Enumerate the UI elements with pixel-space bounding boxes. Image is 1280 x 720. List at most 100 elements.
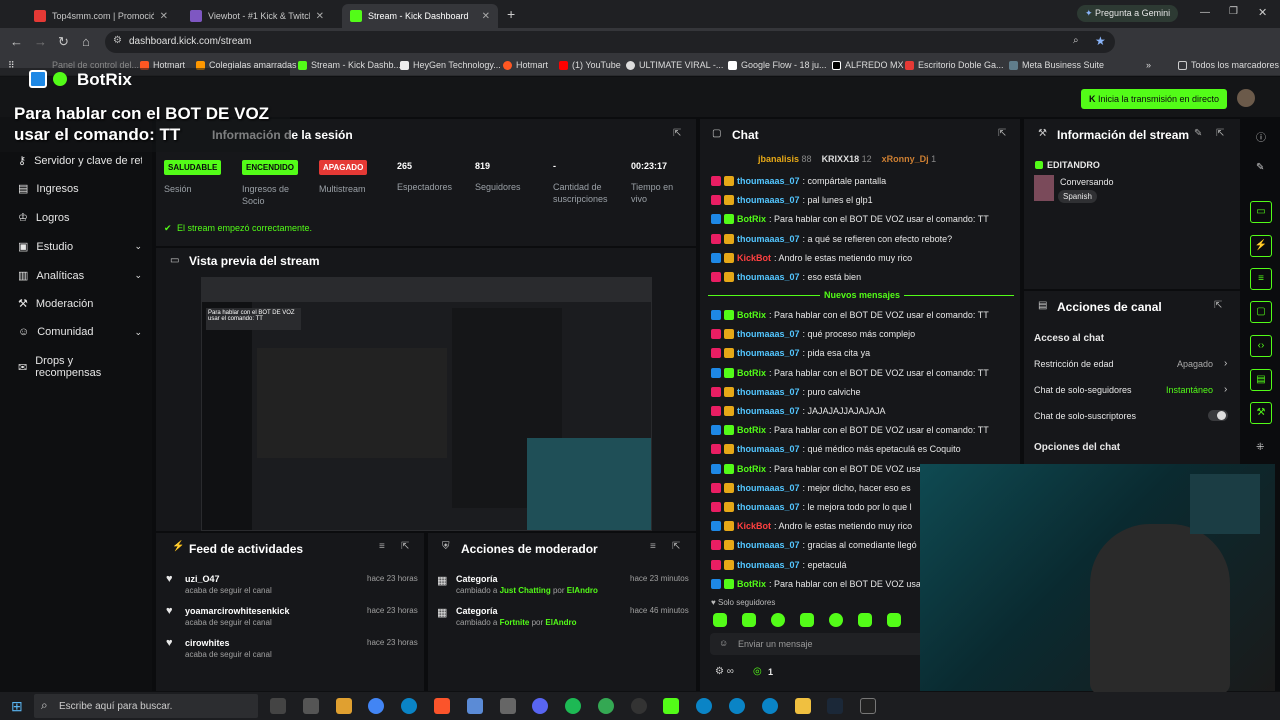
follower-name[interactable]: cirowhites: [185, 638, 230, 648]
go-live-button[interactable]: K Inicia la transmisión en directo: [1081, 89, 1228, 109]
chat-username[interactable]: thoumaaas_07: [737, 502, 800, 512]
app-icon[interactable]: [303, 698, 319, 714]
chat-username[interactable]: BotRix: [737, 310, 766, 320]
bookmark-google-flow[interactable]: Google Flow - 18 ju...: [728, 60, 827, 70]
filter-icon[interactable]: ≡: [650, 541, 656, 552]
chat-input[interactable]: ☺ Enviar un mensaje: [710, 633, 926, 655]
pencil-icon[interactable]: ✎: [1256, 162, 1264, 173]
new-tab-button[interactable]: +: [507, 6, 515, 22]
supporter[interactable]: xRonny_Dj 1: [882, 154, 937, 164]
discord-icon[interactable]: [532, 698, 548, 714]
emote-icon[interactable]: [800, 613, 814, 627]
add-widget-icon[interactable]: ⁜: [1256, 442, 1264, 453]
edit-icon[interactable]: ✎: [1194, 128, 1202, 139]
taskbar-search[interactable]: ⌕ Escribe aquí para buscar.: [34, 694, 258, 718]
bookmark-alfredo[interactable]: ALFREDO MX: [832, 60, 904, 70]
followers-only-chat-value[interactable]: Instantáneo: [1166, 385, 1213, 395]
edge-profile-icon[interactable]: [696, 698, 712, 714]
zoom-icon[interactable]: ⌕: [1073, 35, 1079, 46]
emote-icon[interactable]: [858, 613, 872, 627]
reload-icon[interactable]: ↻: [58, 34, 69, 50]
sidebar-item-income[interactable]: ▤ Ingresos: [18, 182, 142, 196]
emote-icon[interactable]: [887, 613, 901, 627]
capcut-icon[interactable]: [500, 698, 516, 714]
category-link[interactable]: Just Chatting: [500, 586, 551, 595]
expand-icon[interactable]: ⇱: [1216, 128, 1224, 139]
chevron-right-icon[interactable]: ›: [1224, 384, 1227, 395]
sidebar-item-community[interactable]: ☺ Comunidad ⌄: [18, 326, 142, 338]
emote-icon[interactable]: [829, 613, 843, 627]
emote-icon[interactable]: [742, 613, 756, 627]
chat-username[interactable]: thoumaaas_07: [737, 444, 800, 454]
sidebar-item-studio[interactable]: ▣ Estudio ⌄: [18, 240, 142, 254]
chat-username[interactable]: KickBot: [737, 521, 771, 531]
filter-icon[interactable]: ≡: [379, 541, 385, 552]
minimize-icon[interactable]: —: [1200, 7, 1210, 18]
epic-games-icon[interactable]: [860, 698, 876, 714]
chat-username[interactable]: thoumaaas_07: [737, 483, 800, 493]
steam-icon[interactable]: [827, 698, 843, 714]
windows-start-icon[interactable]: ⊞: [11, 698, 23, 715]
close-tab-icon[interactable]: ✕: [316, 11, 324, 22]
close-window-icon[interactable]: ✕: [1258, 6, 1267, 19]
bookmark-meta[interactable]: Meta Business Suite: [1009, 60, 1104, 70]
emote-icon[interactable]: [771, 613, 785, 627]
emoji-icon[interactable]: ☺: [719, 638, 728, 648]
info-icon[interactable]: ⓘ: [1256, 129, 1266, 144]
chrome-profile-icon[interactable]: [598, 698, 614, 714]
rail-preview-button[interactable]: ▭: [1250, 201, 1272, 223]
all-bookmarks[interactable]: Todos los marcadores: [1178, 60, 1279, 70]
rail-tools-button[interactable]: ⚒: [1250, 402, 1272, 424]
back-icon[interactable]: ←: [10, 34, 23, 49]
chat-username[interactable]: thoumaaas_07: [737, 406, 800, 416]
obs-icon[interactable]: [631, 698, 647, 714]
tab-viewbot[interactable]: Viewbot - #1 Kick & Twitch Vie ✕: [182, 4, 332, 28]
chevron-right-icon[interactable]: ›: [1224, 358, 1227, 369]
brave-icon[interactable]: [434, 698, 450, 714]
site-info-icon[interactable]: ⚙: [113, 35, 122, 46]
chat-username[interactable]: thoumaaas_07: [737, 329, 800, 339]
chat-username[interactable]: BotRix: [737, 425, 766, 435]
rail-grid-button[interactable]: ▤: [1250, 369, 1272, 391]
chevron-down-icon[interactable]: ⌄: [134, 327, 142, 338]
chat-username[interactable]: thoumaaas_07: [737, 387, 800, 397]
chat-username[interactable]: thoumaaas_07: [737, 348, 800, 358]
user-link[interactable]: ElAndro: [545, 618, 576, 627]
expand-icon[interactable]: ⇱: [998, 128, 1006, 139]
supporter[interactable]: KRIXX18 12: [822, 154, 872, 164]
file-explorer-icon[interactable]: [795, 698, 811, 714]
chrome-icon[interactable]: [368, 698, 384, 714]
chat-username[interactable]: BotRix: [737, 368, 766, 378]
kick-studio-icon[interactable]: [663, 698, 679, 714]
age-restriction-value[interactable]: Apagado: [1177, 359, 1213, 369]
expand-icon[interactable]: ⇱: [672, 541, 680, 552]
sidebar-item-server[interactable]: ⚷ Servidor y clave de retran: [18, 154, 142, 168]
edge-profile-icon[interactable]: [762, 698, 778, 714]
task-view-icon[interactable]: [270, 698, 286, 714]
chat-username[interactable]: thoumaaas_07: [737, 176, 800, 186]
tab-top4smm[interactable]: Top4smm.com | Promoción de ✕: [26, 4, 176, 28]
tab-kick-dashboard[interactable]: Stream - Kick Dashboard ✕: [342, 4, 498, 28]
rail-list-button[interactable]: ≡: [1250, 268, 1272, 290]
chat-username[interactable]: thoumaaas_07: [737, 560, 800, 570]
user-link[interactable]: ElAndro: [567, 586, 598, 595]
sidebar-item-analytics[interactable]: ▥ Analíticas ⌄: [18, 269, 142, 283]
rail-bolt-button[interactable]: ⚡: [1250, 235, 1272, 257]
follower-name[interactable]: yoamarcirowhitesenkick: [185, 606, 290, 616]
edge-icon[interactable]: [401, 698, 417, 714]
bookmark-star-icon[interactable]: ★: [1095, 34, 1106, 48]
more-bookmarks-icon[interactable]: »: [1146, 60, 1151, 70]
expand-icon[interactable]: ⇱: [1214, 300, 1222, 311]
app-icon[interactable]: [467, 698, 483, 714]
stream-preview-video[interactable]: Para hablar con el BOT DE VOZ usar el co…: [201, 277, 652, 531]
expand-icon[interactable]: ⇱: [673, 128, 681, 139]
bookmark-escritorio[interactable]: Escritorio Doble Ga...: [905, 60, 1004, 70]
maximize-icon[interactable]: ❐: [1229, 6, 1238, 17]
bookmark-ultimate[interactable]: ULTIMATE VIRAL -...: [626, 60, 723, 70]
app-icon[interactable]: [336, 698, 352, 714]
supporter[interactable]: jbanalisis 88: [758, 154, 812, 164]
chat-username[interactable]: KickBot: [737, 253, 771, 263]
bookmark-hotmart-2[interactable]: Hotmart: [503, 60, 548, 70]
forward-icon[interactable]: →: [34, 34, 47, 49]
edge-profile-icon[interactable]: [729, 698, 745, 714]
